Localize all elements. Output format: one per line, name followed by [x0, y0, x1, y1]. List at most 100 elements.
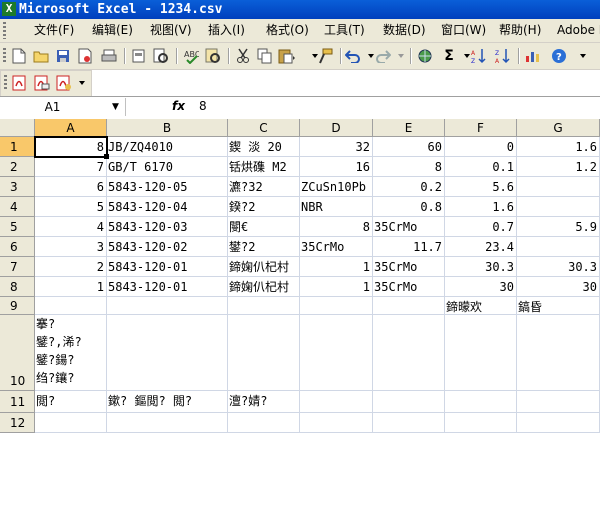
- cell-a2[interactable]: 7: [35, 157, 107, 177]
- cell-a10[interactable]: 搴? 鐾?,浠? 鐾?鍚? 绉?鑲?: [35, 315, 107, 391]
- research-icon[interactable]: [204, 47, 222, 65]
- permission-icon[interactable]: [76, 47, 94, 65]
- cell-c9[interactable]: [228, 297, 300, 315]
- formula-input[interactable]: 8: [199, 99, 207, 113]
- cell-g2[interactable]: 1.2: [517, 157, 600, 177]
- cell-b11[interactable]: 鏉? 鏂閲? 閲?: [107, 391, 228, 413]
- cell-e8[interactable]: 35CrMo: [373, 277, 445, 297]
- cell-b9[interactable]: [107, 297, 228, 315]
- row-header-1[interactable]: 1: [0, 137, 35, 157]
- menu-window[interactable]: 窗口(W): [441, 23, 486, 37]
- sort-ascending-icon[interactable]: AZ: [470, 47, 488, 65]
- cell-a4[interactable]: 5: [35, 197, 107, 217]
- cell-e1[interactable]: 60: [373, 137, 445, 157]
- cell-g5[interactable]: 5.9: [517, 217, 600, 237]
- column-header-a[interactable]: A: [35, 119, 107, 137]
- cell-a11[interactable]: 閲?: [35, 391, 107, 413]
- cell-d12[interactable]: [300, 413, 373, 433]
- cell-a3[interactable]: 6: [35, 177, 107, 197]
- undo-icon[interactable]: [344, 47, 362, 65]
- cell-g10[interactable]: [517, 315, 600, 391]
- cell-e3[interactable]: 0.2: [373, 177, 445, 197]
- cell-e12[interactable]: [373, 413, 445, 433]
- cell-c11[interactable]: 澶?婧?: [228, 391, 300, 413]
- cell-g8[interactable]: 30: [517, 277, 600, 297]
- help-icon[interactable]: ?: [550, 47, 568, 65]
- worksheet-grid[interactable]: A B C D E F G 1 8 JB/ZQ4010 鍥 淡 20 32 60 0 1.6 2 7 GB/T 6…: [0, 119, 600, 433]
- cell-e10[interactable]: [373, 315, 445, 391]
- cell-c5[interactable]: 閿€: [228, 217, 300, 237]
- menu-data[interactable]: 数据(D): [383, 23, 426, 37]
- column-header-f[interactable]: F: [445, 119, 517, 137]
- column-header-g[interactable]: G: [517, 119, 600, 137]
- cell-e5[interactable]: 35CrMo: [373, 217, 445, 237]
- row-header-7[interactable]: 7: [0, 257, 35, 277]
- print-preview-icon[interactable]: [130, 47, 148, 65]
- open-icon[interactable]: [32, 47, 50, 65]
- convert-and-email-icon[interactable]: [33, 74, 51, 92]
- cell-b8[interactable]: 5843-120-01: [107, 277, 228, 297]
- cell-g9[interactable]: 鎬昏: [517, 297, 600, 315]
- column-header-d[interactable]: D: [300, 119, 373, 137]
- toolbar-grip-icon[interactable]: [3, 48, 6, 64]
- menu-help[interactable]: 帮助(H): [499, 23, 541, 37]
- cell-a9[interactable]: [35, 297, 107, 315]
- cell-c6[interactable]: 鐢?2: [228, 237, 300, 257]
- cell-f5[interactable]: 0.7: [445, 217, 517, 237]
- cell-c3[interactable]: 瀌?32: [228, 177, 300, 197]
- cell-g6[interactable]: [517, 237, 600, 257]
- copy-icon[interactable]: [256, 47, 274, 65]
- cell-d11[interactable]: [300, 391, 373, 413]
- cell-d3[interactable]: ZCuSn10Pb: [300, 177, 373, 197]
- cell-e4[interactable]: 0.8: [373, 197, 445, 217]
- cell-d2[interactable]: 16: [300, 157, 373, 177]
- chevron-down-icon[interactable]: ▼: [112, 102, 119, 112]
- menu-adobe-pdf[interactable]: Adobe PDF: [557, 23, 600, 37]
- cell-d5[interactable]: 8: [300, 217, 373, 237]
- row-header-5[interactable]: 5: [0, 217, 35, 237]
- cell-g4[interactable]: [517, 197, 600, 217]
- cell-e7[interactable]: 35CrMo: [373, 257, 445, 277]
- cell-a6[interactable]: 3: [35, 237, 107, 257]
- cell-d8[interactable]: 1: [300, 277, 373, 297]
- name-box[interactable]: A1 ▼: [0, 98, 126, 116]
- cell-g1[interactable]: 1.6: [517, 137, 600, 157]
- cell-d7[interactable]: 1: [300, 257, 373, 277]
- cell-b1[interactable]: JB/ZQ4010: [107, 137, 228, 157]
- cell-c4[interactable]: 鍨?2: [228, 197, 300, 217]
- cell-g3[interactable]: [517, 177, 600, 197]
- cell-f12[interactable]: [445, 413, 517, 433]
- cell-b7[interactable]: 5843-120-01: [107, 257, 228, 277]
- row-header-8[interactable]: 8: [0, 277, 35, 297]
- cell-d6[interactable]: 35CrMo: [300, 237, 373, 257]
- cell-f11[interactable]: [445, 391, 517, 413]
- row-header-6[interactable]: 6: [0, 237, 35, 257]
- row-header-4[interactable]: 4: [0, 197, 35, 217]
- row-header-10[interactable]: 10: [0, 315, 35, 391]
- cell-f7[interactable]: 30.3: [445, 257, 517, 277]
- pdf-toolbar-grip-icon[interactable]: [4, 75, 7, 91]
- menu-view[interactable]: 视图(V): [150, 23, 192, 37]
- cut-icon[interactable]: [234, 47, 252, 65]
- excel-app-icon[interactable]: X: [2, 2, 16, 16]
- cell-c8[interactable]: 鍗婅仈杞村: [228, 277, 300, 297]
- cell-f9[interactable]: 鍗曚欢: [445, 297, 517, 315]
- spelling-icon[interactable]: ABC: [182, 47, 200, 65]
- cell-f1[interactable]: 0: [445, 137, 517, 157]
- sort-descending-icon[interactable]: ZA: [494, 47, 512, 65]
- new-icon[interactable]: [10, 47, 28, 65]
- cell-g12[interactable]: [517, 413, 600, 433]
- cell-c2[interactable]: 铦烘磼 M2: [228, 157, 300, 177]
- menu-tools[interactable]: 工具(T): [324, 23, 365, 37]
- menu-edit[interactable]: 编辑(E): [92, 23, 133, 37]
- save-icon[interactable]: [54, 47, 72, 65]
- row-header-2[interactable]: 2: [0, 157, 35, 177]
- cell-b2[interactable]: GB/T 6170: [107, 157, 228, 177]
- row-header-12[interactable]: 12: [0, 413, 35, 433]
- autosum-icon[interactable]: Σ: [440, 47, 458, 65]
- cell-e2[interactable]: 8: [373, 157, 445, 177]
- toolbar-options-icon[interactable]: [77, 74, 87, 92]
- chevron-down-icon[interactable]: [392, 47, 410, 65]
- print-preview-icon[interactable]: [152, 47, 170, 65]
- cell-f4[interactable]: 1.6: [445, 197, 517, 217]
